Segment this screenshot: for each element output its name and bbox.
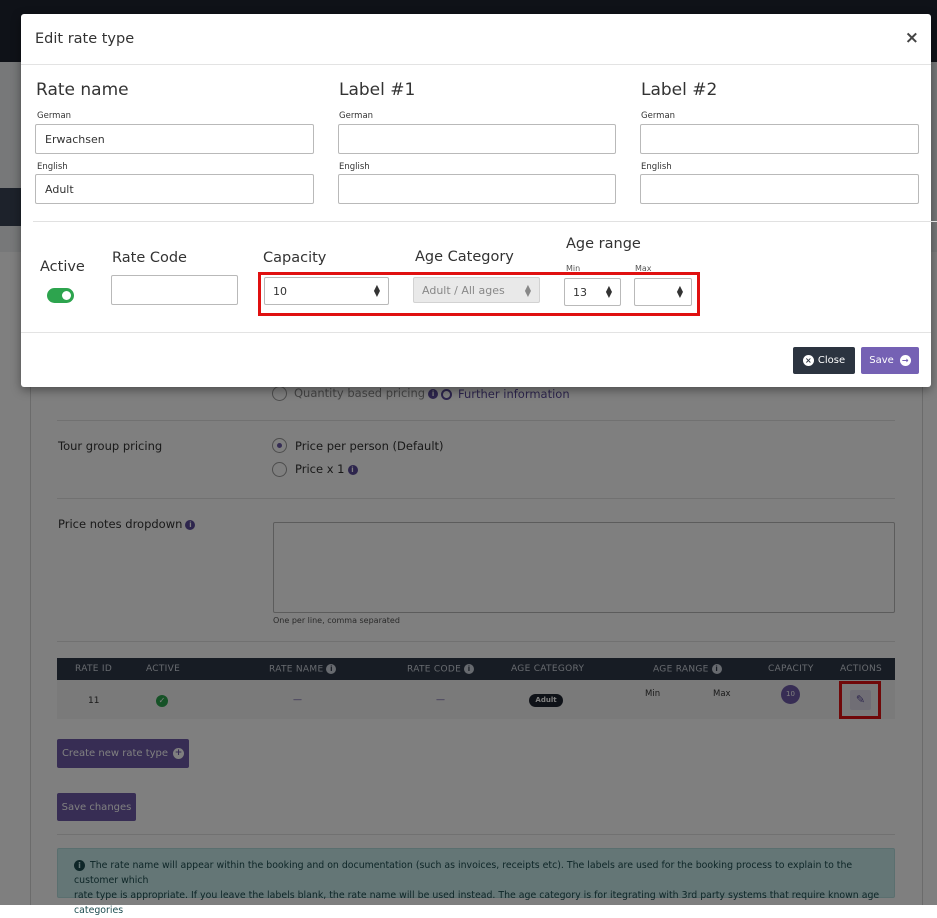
modal-header: Edit rate type ×: [21, 14, 931, 65]
close-circle-icon: ×: [802, 355, 814, 366]
label2-heading: Label #2: [641, 80, 718, 100]
modal-footer-divider: [21, 332, 931, 333]
label2-english-label: English: [641, 162, 672, 172]
label2-english-input[interactable]: [640, 174, 919, 204]
edit-rate-type-modal: Edit rate type × Rate name German Erwach…: [21, 14, 937, 387]
close-button-label: Close: [817, 355, 846, 366]
label1-heading: Label #1: [339, 80, 416, 100]
label1-english-input[interactable]: [338, 174, 616, 204]
active-label: Active: [40, 259, 85, 275]
label1-german-label: German: [339, 111, 374, 121]
age-range-label: Age range: [566, 236, 641, 252]
label2-german-label: German: [641, 111, 676, 121]
arrow-right-circle-icon: →: [899, 355, 911, 366]
save-button-label: Save: [869, 355, 894, 366]
rate-name-english-input[interactable]: Adult: [35, 174, 314, 204]
label2-german-input[interactable]: [640, 124, 919, 154]
close-button[interactable]: × Close: [793, 347, 855, 374]
rate-name-english-label: English: [37, 162, 68, 172]
rate-name-heading: Rate name: [36, 80, 129, 100]
rate-code-label: Rate Code: [112, 250, 187, 266]
section-divider: [33, 221, 937, 222]
rate-name-german-input[interactable]: Erwachsen: [35, 124, 314, 154]
rate-name-german-label: German: [37, 111, 72, 121]
label1-english-label: English: [339, 162, 370, 172]
capacity-label: Capacity: [263, 250, 327, 266]
age-category-label: Age Category: [415, 249, 514, 265]
active-toggle[interactable]: [47, 288, 74, 303]
capacity-age-highlight: [258, 272, 700, 316]
close-icon[interactable]: ×: [905, 28, 919, 48]
rate-code-input[interactable]: [111, 275, 238, 305]
save-button[interactable]: Save →: [861, 347, 919, 374]
modal-title: Edit rate type: [35, 31, 135, 47]
label1-german-input[interactable]: [338, 124, 616, 154]
